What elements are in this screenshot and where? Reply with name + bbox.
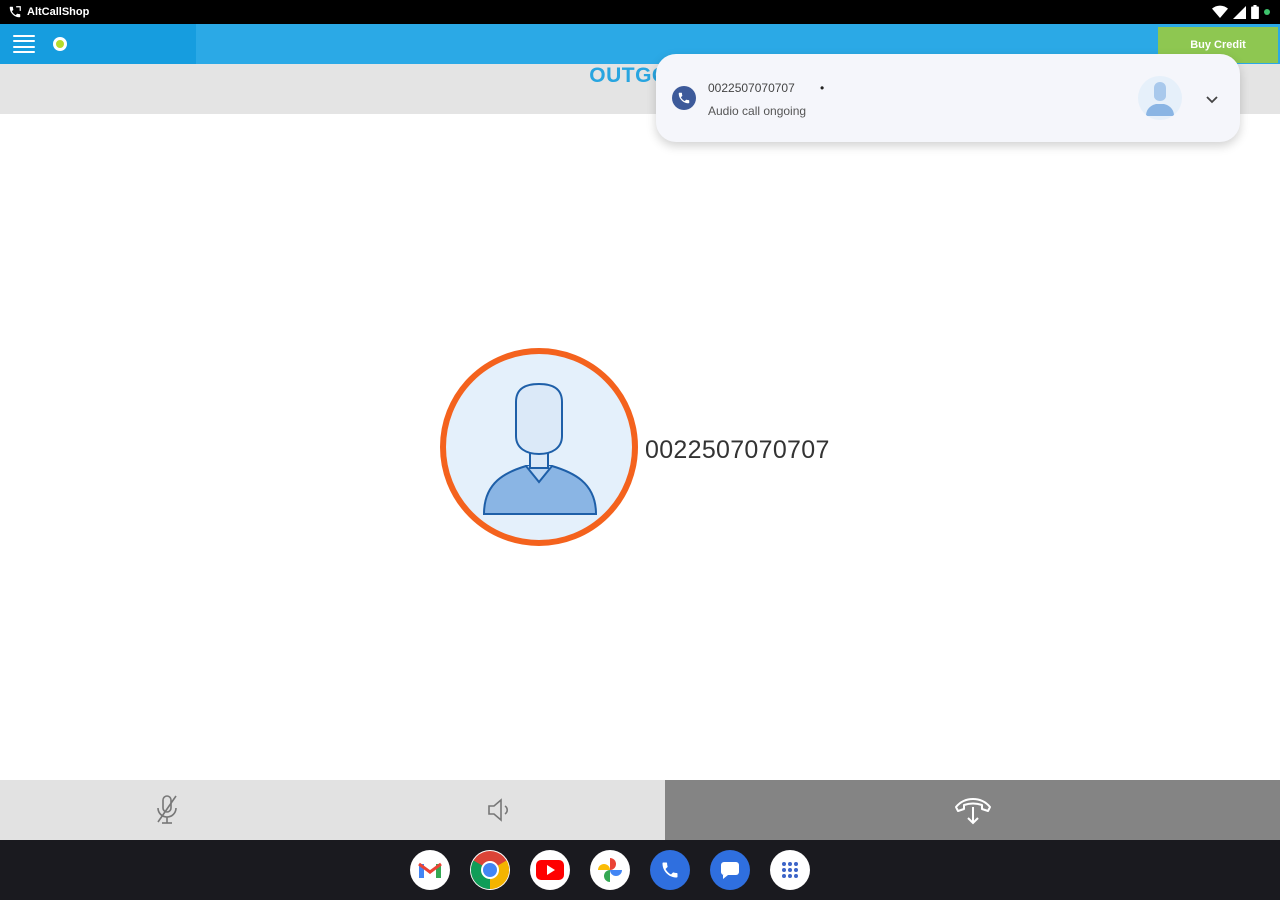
phone-icon <box>662 862 678 878</box>
notification-avatar <box>1138 76 1182 120</box>
speaker-button[interactable] <box>333 780 665 840</box>
hamburger-menu-icon[interactable] <box>12 33 36 55</box>
online-status-indicator <box>53 37 67 51</box>
caller-avatar <box>440 348 638 546</box>
notification-app-icon <box>672 86 696 110</box>
phone-icon <box>678 92 690 104</box>
hang-up-icon <box>954 798 991 825</box>
app-drawer-icon <box>782 862 798 878</box>
youtube-icon <box>536 860 564 880</box>
notification-bullet: • <box>820 81 825 95</box>
notification-expand-button[interactable] <box>1200 88 1224 112</box>
dock-youtube[interactable] <box>530 850 570 890</box>
dock-app-drawer[interactable] <box>770 850 810 890</box>
call-notification[interactable]: 0022507070707 • Audio call ongoing <box>656 54 1240 142</box>
speaker-icon <box>488 798 509 822</box>
person-avatar-icon <box>482 382 598 515</box>
photos-icon <box>598 858 622 882</box>
dock-phone[interactable] <box>650 850 690 890</box>
notification-text: Audio call ongoing <box>708 104 807 118</box>
microphone-off-icon <box>156 795 177 824</box>
system-status-bar: AltCallShop <box>0 0 1280 24</box>
dock-gmail[interactable] <box>410 850 450 890</box>
notification-title: 0022507070707 <box>708 81 795 95</box>
dock-chrome[interactable] <box>470 850 510 890</box>
person-avatar-icon <box>1146 82 1174 116</box>
call-ongoing-icon <box>9 6 21 18</box>
android-dock <box>0 840 1280 900</box>
call-controls <box>0 780 1280 840</box>
gmail-icon <box>418 862 442 878</box>
dot-indicator-icon <box>1264 9 1270 15</box>
chevron-down-icon <box>1206 96 1218 104</box>
caller-number: 0022507070707 <box>645 436 830 464</box>
status-app-name: AltCallShop <box>27 6 90 18</box>
wifi-icon <box>1212 5 1228 19</box>
dock-messages[interactable] <box>710 850 750 890</box>
status-icons <box>1212 4 1270 20</box>
status-app-indicator: AltCallShop <box>8 4 89 20</box>
battery-icon <box>1251 5 1259 19</box>
signal-icon <box>1233 5 1246 19</box>
dock-photos[interactable] <box>590 850 630 890</box>
messages-icon <box>721 862 739 879</box>
hangup-button[interactable] <box>665 780 1280 840</box>
mute-button[interactable] <box>0 780 333 840</box>
chrome-icon <box>470 851 510 890</box>
